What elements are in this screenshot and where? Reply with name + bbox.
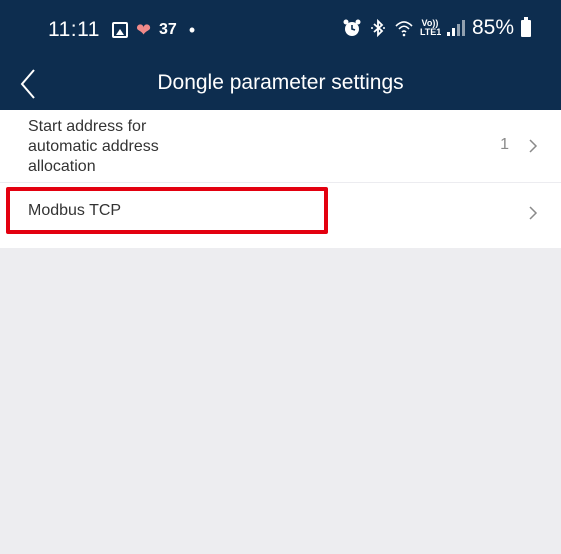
gallery-icon xyxy=(111,22,128,38)
chevron-right-icon xyxy=(529,139,538,153)
heart-icon: ❤ xyxy=(135,20,152,40)
app-header: Dongle parameter settings xyxy=(0,60,561,110)
status-time: 11:11 xyxy=(48,18,100,41)
chevron-right-icon xyxy=(529,206,538,220)
battery-percent: 85% xyxy=(471,16,514,39)
status-right: Vo)) LTE1 85% xyxy=(342,16,531,40)
list-item-label: Modbus TCP xyxy=(28,202,122,219)
list-item-label: Start address for automatic address allo… xyxy=(28,118,159,175)
status-left: 11:11 ❤ 37 • xyxy=(48,18,195,42)
list-item-start-address[interactable]: Start address for automatic address allo… xyxy=(0,110,561,182)
list-item-value: 1 xyxy=(500,136,509,153)
battery-icon xyxy=(521,16,531,37)
app-screen: 11:11 ❤ 37 • Vo)) LTE1 85% Dongle parame… xyxy=(0,0,561,554)
lte-label-bottom: LTE1 xyxy=(419,27,442,37)
wifi-icon xyxy=(395,21,413,37)
alarm-icon xyxy=(343,19,361,36)
signal-icon xyxy=(446,20,465,36)
bluetooth-icon xyxy=(370,18,385,38)
list-item-modbus-tcp[interactable]: Modbus TCP xyxy=(0,182,561,243)
empty-background xyxy=(0,248,561,554)
dot-icon: • xyxy=(188,19,196,40)
status-bar: 11:11 ❤ 37 • Vo)) LTE1 85% xyxy=(0,0,561,60)
notification-count: 37 xyxy=(159,21,177,38)
lte-icon: Vo)) LTE1 xyxy=(419,19,442,37)
page-title: Dongle parameter settings xyxy=(157,71,404,94)
settings-list: Start address for automatic address allo… xyxy=(0,110,561,243)
